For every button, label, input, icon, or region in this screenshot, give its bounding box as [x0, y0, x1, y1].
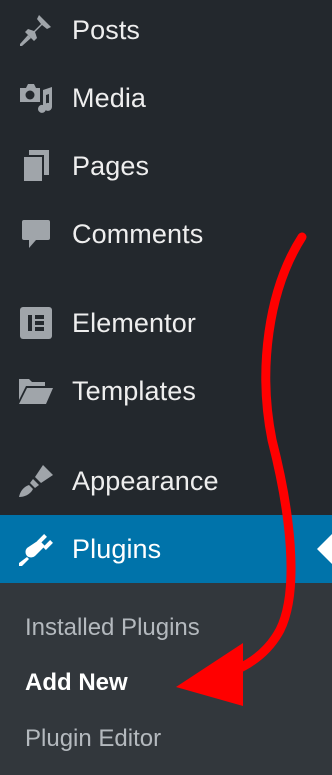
submenu-item-installed-plugins[interactable]: Installed Plugins: [25, 616, 200, 640]
menu-item-comments[interactable]: Comments: [0, 200, 332, 268]
admin-sidebar: Posts Media Pages Comments Elementor Tem…: [0, 0, 332, 775]
menu-item-label: Appearance: [72, 465, 219, 496]
menu-item-label: Templates: [72, 375, 196, 406]
menu-item-pages[interactable]: Pages: [0, 132, 332, 200]
menu-item-label: Comments: [72, 218, 204, 249]
elementor-icon: [18, 305, 54, 341]
folder-open-icon: [18, 373, 54, 409]
active-menu-pointer: [317, 534, 332, 564]
menu-item-label: Plugins: [72, 533, 162, 564]
menu-item-media[interactable]: Media: [0, 64, 332, 132]
menu-item-elementor[interactable]: Elementor: [0, 289, 332, 357]
menu-item-label: Elementor: [72, 307, 196, 338]
comment-bubble-icon: [18, 216, 54, 252]
menu-item-label: Pages: [72, 150, 150, 181]
submenu-item-add-new[interactable]: Add New: [25, 671, 128, 695]
submenu-item-plugin-editor[interactable]: Plugin Editor: [25, 727, 161, 751]
paintbrush-icon: [18, 463, 54, 499]
menu-item-label: Media: [72, 82, 147, 113]
plugins-submenu: Installed Plugins Add New Plugin Editor: [0, 583, 332, 775]
menu-item-label: Posts: [72, 14, 141, 45]
menu-item-posts[interactable]: Posts: [0, 0, 332, 64]
camera-music-icon: [18, 80, 54, 116]
pin-icon: [18, 12, 54, 48]
menu-item-templates[interactable]: Templates: [0, 357, 332, 425]
menu-item-appearance[interactable]: Appearance: [0, 447, 332, 515]
menu-item-plugins[interactable]: Plugins: [0, 515, 332, 583]
pages-icon: [18, 148, 54, 184]
plug-icon: [18, 531, 54, 567]
